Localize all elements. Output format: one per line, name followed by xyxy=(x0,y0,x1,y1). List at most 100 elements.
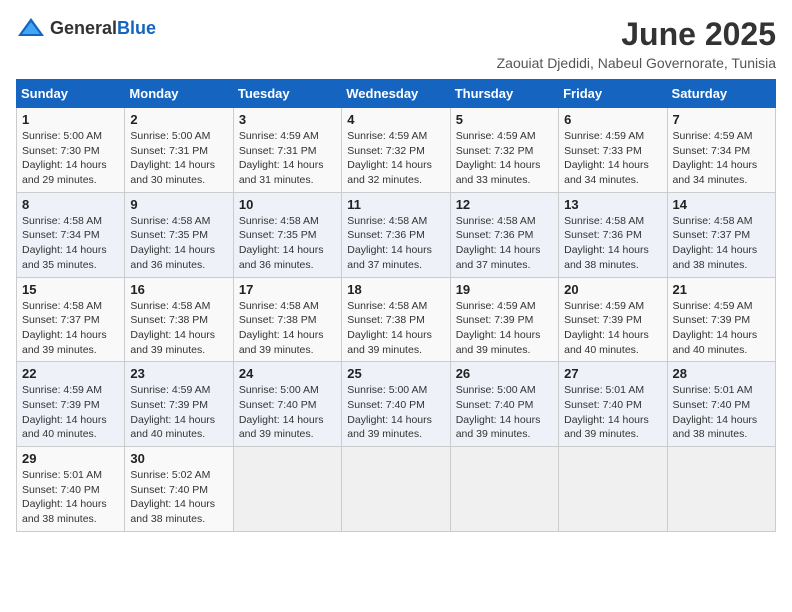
day-info: Sunrise: 4:59 AMSunset: 7:32 PMDaylight:… xyxy=(347,129,444,188)
calendar-cell: 12 Sunrise: 4:58 AMSunset: 7:36 PMDayligh… xyxy=(450,192,558,277)
day-info: Sunrise: 4:58 AMSunset: 7:37 PMDaylight:… xyxy=(673,214,770,273)
day-info: Sunrise: 5:00 AMSunset: 7:40 PMDaylight:… xyxy=(456,383,553,442)
day-number: 17 xyxy=(239,282,336,297)
calendar-cell: 21Sunrise: 4:59 AMSunset: 7:39 PMDayligh… xyxy=(667,277,775,362)
calendar-cell: 14Sunrise: 4:58 AMSunset: 7:37 PMDayligh… xyxy=(667,192,775,277)
day-info: Sunrise: 4:58 AMSunset: 7:36 PMDaylight:… xyxy=(564,214,661,273)
day-number: 9 xyxy=(130,197,227,212)
day-info: Sunrise: 4:59 AMSunset: 7:39 PMDaylight:… xyxy=(673,299,770,358)
weekday-header-monday: Monday xyxy=(125,80,233,108)
month-year: June 2025 xyxy=(497,16,776,53)
logo-general: General xyxy=(50,18,117,38)
day-number: 19 xyxy=(456,282,553,297)
calendar-week-2: 8 Sunrise: 4:58 AMSunset: 7:34 PMDaylight… xyxy=(17,192,776,277)
day-info: Sunrise: 4:58 AMSunset: 7:35 PMDaylight:… xyxy=(239,214,336,273)
day-number: 12 xyxy=(456,197,553,212)
day-number: 15 xyxy=(22,282,119,297)
calendar-cell: 4Sunrise: 4:59 AMSunset: 7:32 PMDaylight… xyxy=(342,108,450,193)
day-number: 16 xyxy=(130,282,227,297)
weekday-header-saturday: Saturday xyxy=(667,80,775,108)
day-info: Sunrise: 5:00 AMSunset: 7:40 PMDaylight:… xyxy=(347,383,444,442)
weekday-header-thursday: Thursday xyxy=(450,80,558,108)
weekday-header-wednesday: Wednesday xyxy=(342,80,450,108)
calendar-cell: 9 Sunrise: 4:58 AMSunset: 7:35 PMDaylight… xyxy=(125,192,233,277)
day-info: Sunrise: 4:59 AMSunset: 7:33 PMDaylight:… xyxy=(564,129,661,188)
day-number: 7 xyxy=(673,112,770,127)
calendar-cell: 6 Sunrise: 4:59 AMSunset: 7:33 PMDaylight… xyxy=(559,108,667,193)
day-info: Sunrise: 5:00 AMSunset: 7:30 PMDaylight:… xyxy=(22,129,119,188)
location: Zaouiat Djedidi, Nabeul Governorate, Tun… xyxy=(497,55,776,71)
logo-text: GeneralBlue xyxy=(50,18,156,39)
day-number: 1 xyxy=(22,112,119,127)
calendar-cell: 16 Sunrise: 4:58 AMSunset: 7:38 PMDayligh… xyxy=(125,277,233,362)
day-info: Sunrise: 4:58 AMSunset: 7:38 PMDaylight:… xyxy=(239,299,336,358)
calendar-cell: 1 Sunrise: 5:00 AMSunset: 7:30 PMDaylight… xyxy=(17,108,125,193)
day-info: Sunrise: 4:58 AMSunset: 7:38 PMDaylight:… xyxy=(130,299,227,358)
day-number: 22 xyxy=(22,366,119,381)
day-info: Sunrise: 5:01 AMSunset: 7:40 PMDaylight:… xyxy=(673,383,770,442)
calendar-week-4: 22 Sunrise: 4:59 AMSunset: 7:39 PMDayligh… xyxy=(17,362,776,447)
day-number: 5 xyxy=(456,112,553,127)
calendar-cell: 23 Sunrise: 4:59 AMSunset: 7:39 PMDayligh… xyxy=(125,362,233,447)
calendar-cell: 19 Sunrise: 4:59 AMSunset: 7:39 PMDayligh… xyxy=(450,277,558,362)
calendar-cell xyxy=(559,447,667,532)
calendar-cell: 18Sunrise: 4:58 AMSunset: 7:38 PMDayligh… xyxy=(342,277,450,362)
logo-icon xyxy=(16,16,46,40)
day-info: Sunrise: 5:01 AMSunset: 7:40 PMDaylight:… xyxy=(564,383,661,442)
day-number: 13 xyxy=(564,197,661,212)
calendar-cell: 13 Sunrise: 4:58 AMSunset: 7:36 PMDayligh… xyxy=(559,192,667,277)
calendar-cell: 10 Sunrise: 4:58 AMSunset: 7:35 PMDayligh… xyxy=(233,192,341,277)
calendar-cell xyxy=(342,447,450,532)
title-block: June 2025 Zaouiat Djedidi, Nabeul Govern… xyxy=(497,16,776,71)
calendar-cell: 29Sunrise: 5:01 AMSunset: 7:40 PMDayligh… xyxy=(17,447,125,532)
day-number: 26 xyxy=(456,366,553,381)
calendar-cell: 25 Sunrise: 5:00 AMSunset: 7:40 PMDayligh… xyxy=(342,362,450,447)
calendar-cell: 8 Sunrise: 4:58 AMSunset: 7:34 PMDaylight… xyxy=(17,192,125,277)
calendar-week-3: 15 Sunrise: 4:58 AMSunset: 7:37 PMDayligh… xyxy=(17,277,776,362)
day-info: Sunrise: 5:00 AMSunset: 7:31 PMDaylight:… xyxy=(130,129,227,188)
calendar-cell: 7Sunrise: 4:59 AMSunset: 7:34 PMDaylight… xyxy=(667,108,775,193)
calendar-cell: 2Sunrise: 5:00 AMSunset: 7:31 PMDaylight… xyxy=(125,108,233,193)
day-info: Sunrise: 4:58 AMSunset: 7:37 PMDaylight:… xyxy=(22,299,119,358)
day-info: Sunrise: 4:58 AMSunset: 7:35 PMDaylight:… xyxy=(130,214,227,273)
day-number: 30 xyxy=(130,451,227,466)
day-info: Sunrise: 4:59 AMSunset: 7:31 PMDaylight:… xyxy=(239,129,336,188)
day-number: 3 xyxy=(239,112,336,127)
day-info: Sunrise: 4:58 AMSunset: 7:34 PMDaylight:… xyxy=(22,214,119,273)
day-info: Sunrise: 4:59 AMSunset: 7:39 PMDaylight:… xyxy=(456,299,553,358)
calendar-cell: 27 Sunrise: 5:01 AMSunset: 7:40 PMDayligh… xyxy=(559,362,667,447)
calendar-cell: 15 Sunrise: 4:58 AMSunset: 7:37 PMDayligh… xyxy=(17,277,125,362)
day-number: 28 xyxy=(673,366,770,381)
logo: GeneralBlue xyxy=(16,16,156,40)
day-info: Sunrise: 4:58 AMSunset: 7:36 PMDaylight:… xyxy=(456,214,553,273)
calendar-cell: 26 Sunrise: 5:00 AMSunset: 7:40 PMDayligh… xyxy=(450,362,558,447)
calendar-week-5: 29Sunrise: 5:01 AMSunset: 7:40 PMDayligh… xyxy=(17,447,776,532)
day-info: Sunrise: 4:58 AMSunset: 7:36 PMDaylight:… xyxy=(347,214,444,273)
day-number: 8 xyxy=(22,197,119,212)
weekday-header-sunday: Sunday xyxy=(17,80,125,108)
day-info: Sunrise: 4:59 AMSunset: 7:39 PMDaylight:… xyxy=(130,383,227,442)
day-info: Sunrise: 5:02 AMSunset: 7:40 PMDaylight:… xyxy=(130,468,227,527)
day-info: Sunrise: 4:59 AMSunset: 7:32 PMDaylight:… xyxy=(456,129,553,188)
day-number: 10 xyxy=(239,197,336,212)
calendar-cell: 5 Sunrise: 4:59 AMSunset: 7:32 PMDaylight… xyxy=(450,108,558,193)
calendar-table: SundayMondayTuesdayWednesdayThursdayFrid… xyxy=(16,79,776,532)
calendar-cell xyxy=(233,447,341,532)
calendar-cell xyxy=(450,447,558,532)
calendar-cell: 22 Sunrise: 4:59 AMSunset: 7:39 PMDayligh… xyxy=(17,362,125,447)
calendar-cell: 11 Sunrise: 4:58 AMSunset: 7:36 PMDayligh… xyxy=(342,192,450,277)
calendar-cell: 20Sunrise: 4:59 AMSunset: 7:39 PMDayligh… xyxy=(559,277,667,362)
day-info: Sunrise: 4:59 AMSunset: 7:39 PMDaylight:… xyxy=(22,383,119,442)
day-number: 11 xyxy=(347,197,444,212)
calendar-cell: 28 Sunrise: 5:01 AMSunset: 7:40 PMDayligh… xyxy=(667,362,775,447)
day-number: 25 xyxy=(347,366,444,381)
calendar-week-1: 1 Sunrise: 5:00 AMSunset: 7:30 PMDaylight… xyxy=(17,108,776,193)
day-number: 29 xyxy=(22,451,119,466)
day-number: 23 xyxy=(130,366,227,381)
calendar-cell: 24Sunrise: 5:00 AMSunset: 7:40 PMDayligh… xyxy=(233,362,341,447)
calendar-cell: 3 Sunrise: 4:59 AMSunset: 7:31 PMDaylight… xyxy=(233,108,341,193)
day-number: 6 xyxy=(564,112,661,127)
day-number: 24 xyxy=(239,366,336,381)
day-number: 27 xyxy=(564,366,661,381)
calendar-cell xyxy=(667,447,775,532)
